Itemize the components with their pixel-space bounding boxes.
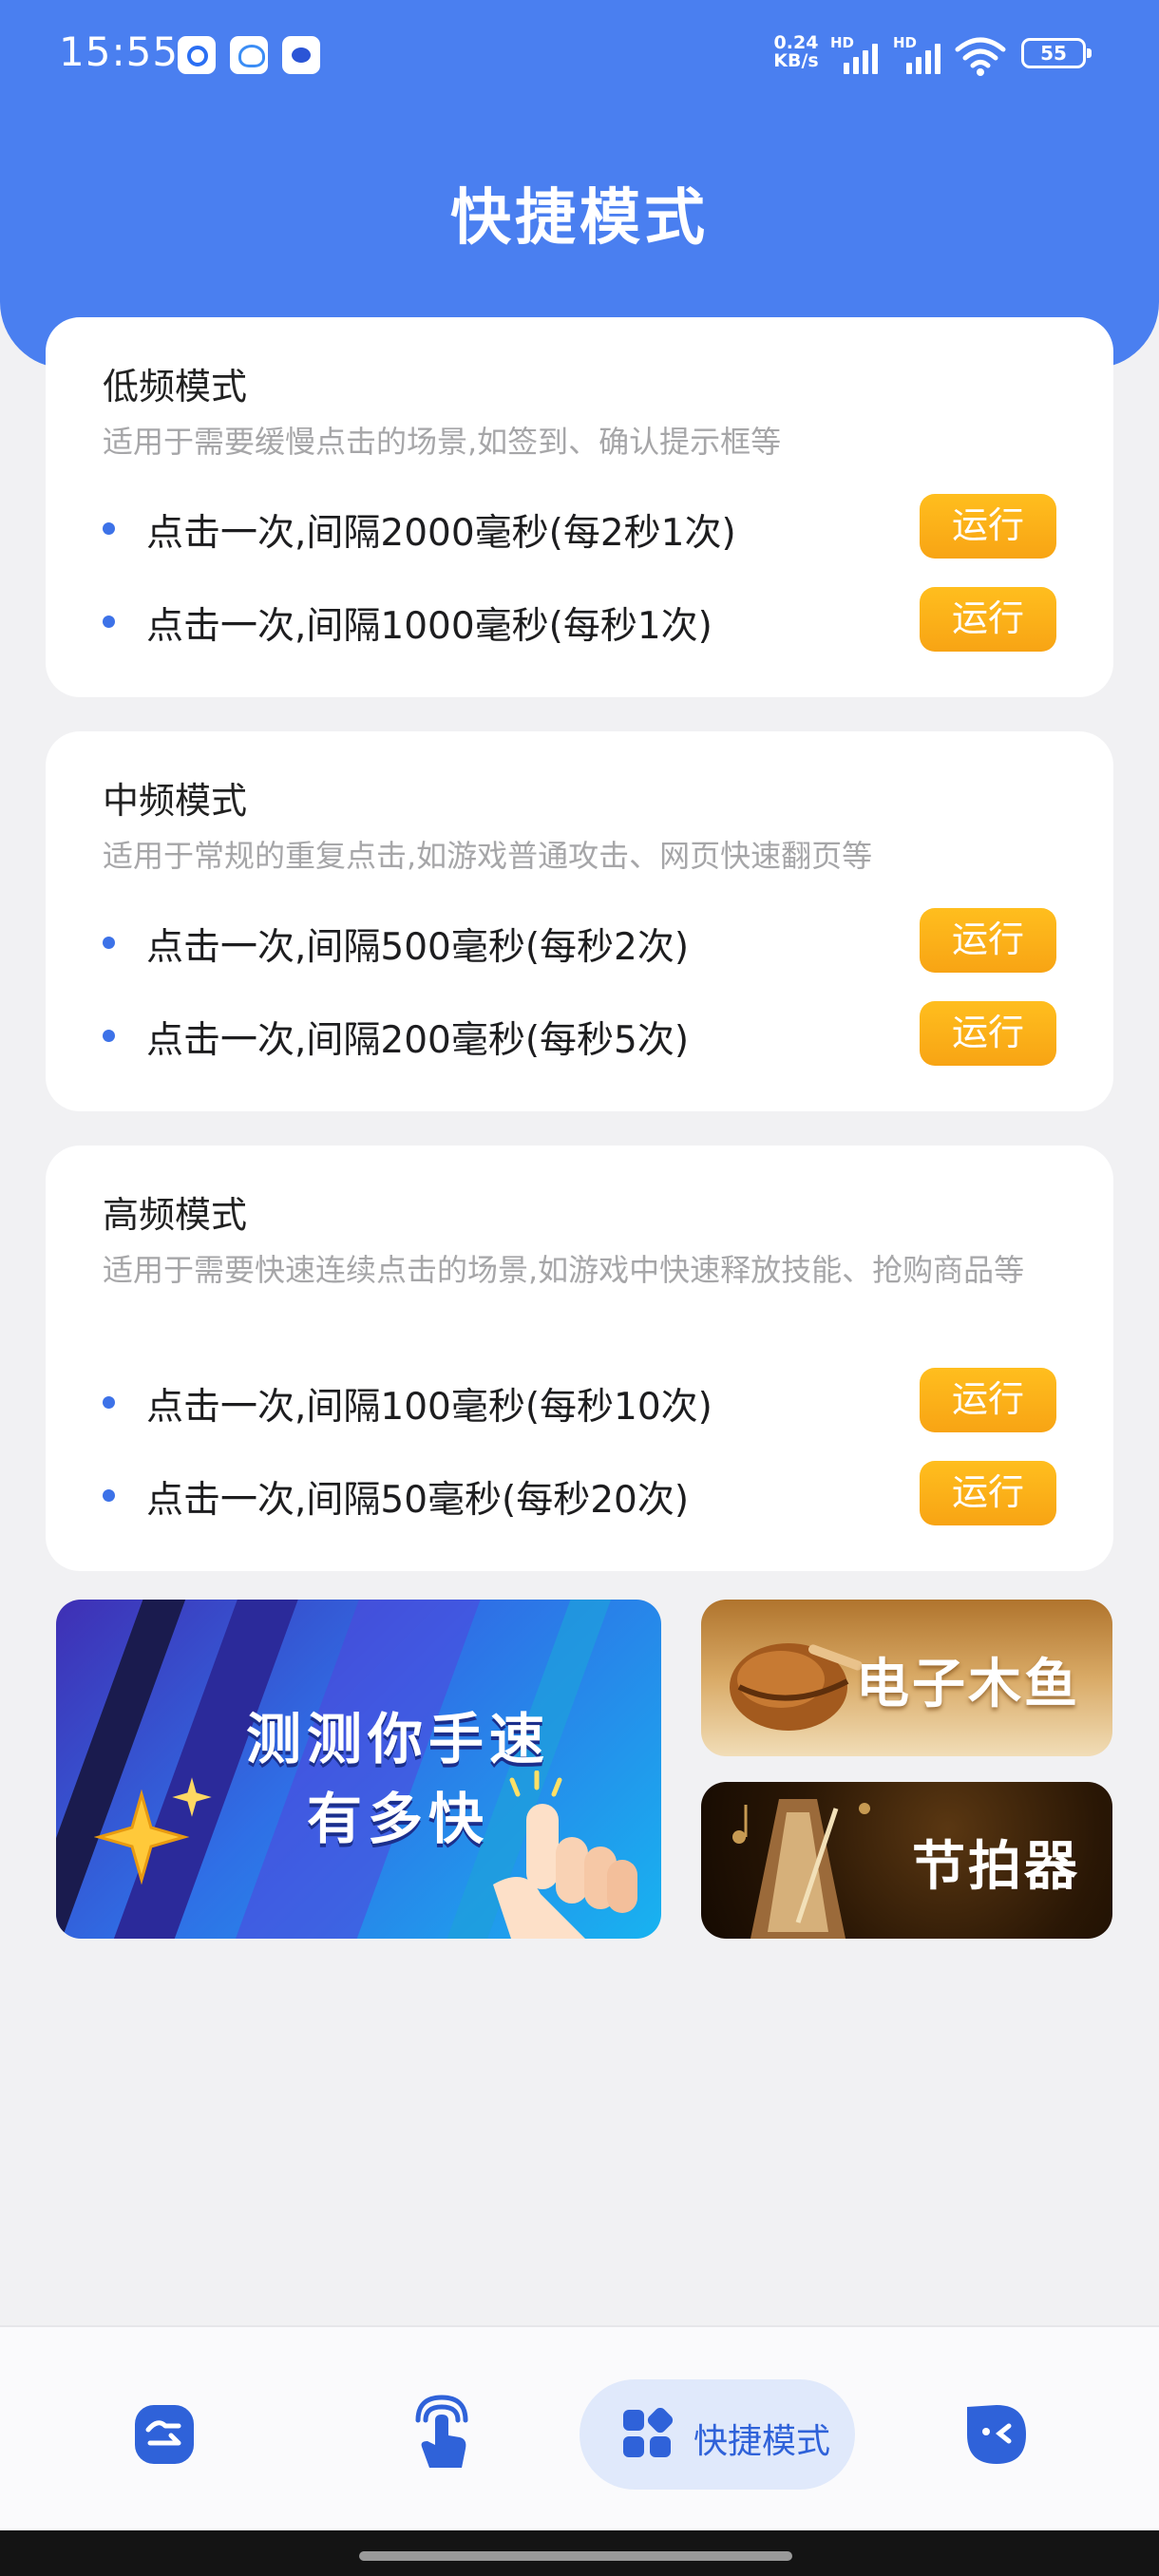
tab-quick-mode-label: 快捷模式 <box>694 2422 831 2461</box>
bottom-navigation: 快捷模式 <box>0 2325 1159 2530</box>
section-title: 高频模式 <box>103 1194 248 1236</box>
item-label: 点击一次,间隔50毫秒(每秒20次) <box>146 1479 690 1522</box>
cloud-app-notification-icon <box>230 36 268 74</box>
battery-icon: 55 <box>1021 38 1092 68</box>
bullet-icon <box>103 1489 115 1502</box>
grid-icon <box>623 2408 674 2457</box>
metronome-icon <box>732 1799 870 1939</box>
item-label: 点击一次,间隔200毫秒(每秒5次) <box>146 1019 690 1062</box>
bullet-icon <box>103 1396 115 1409</box>
list-item: 点击一次,间隔50毫秒(每秒20次) 运行 <box>103 1461 1056 1527</box>
run-button[interactable]: 运行 <box>920 494 1056 559</box>
list-item: 点击一次,间隔1000毫秒(每秒1次) 运行 <box>103 587 1056 653</box>
item-label: 点击一次,间隔2000毫秒(每2秒1次) <box>146 512 736 555</box>
list-item: 点击一次,间隔500毫秒(每秒2次) 运行 <box>103 908 1056 975</box>
run-button[interactable]: 运行 <box>920 908 1056 973</box>
signal-icon: HD <box>830 34 893 74</box>
wifi-icon <box>955 37 1006 76</box>
app-notification-icon <box>178 36 216 74</box>
speed-test-line1: 测测你手速 <box>245 1707 550 1771</box>
face-icon[interactable] <box>965 2403 1028 2466</box>
wooden-fish-icon <box>730 1643 863 1731</box>
low-frequency-card: 低频模式 适用于需要缓慢点击的场景,如签到、确认提示框等 点击一次,间隔2000… <box>46 317 1113 697</box>
signal-type: HD <box>830 34 855 51</box>
run-button[interactable]: 运行 <box>920 1001 1056 1066</box>
list-item: 点击一次,间隔200毫秒(每秒5次) 运行 <box>103 1001 1056 1068</box>
high-frequency-card: 高频模式 适用于需要快速连续点击的场景,如游戏中快速释放技能、抢购商品等 点击一… <box>46 1146 1113 1571</box>
section-description: 适用于需要缓慢点击的场景,如签到、确认提示框等 <box>103 424 782 460</box>
item-label: 点击一次,间隔100毫秒(每秒10次) <box>146 1386 712 1429</box>
pointing-hand-icon <box>493 1771 637 1939</box>
page-title: 快捷模式 <box>450 183 709 254</box>
status-time: 15:55 <box>59 28 180 75</box>
signal-icon: HD <box>893 34 956 74</box>
section-title: 中频模式 <box>103 780 248 822</box>
run-button[interactable]: 运行 <box>920 587 1056 652</box>
bullet-icon <box>103 522 115 535</box>
signal-type: HD <box>893 34 918 51</box>
wooden-fish-title: 电子木鱼 <box>856 1654 1080 1715</box>
metronome-title: 节拍器 <box>912 1836 1080 1898</box>
speed-test-banner[interactable]: 测测你手速 有多快 <box>56 1600 661 1939</box>
bullet-icon <box>103 937 115 949</box>
tab-quick-mode[interactable]: 快捷模式 <box>580 2379 855 2490</box>
section-description: 适用于需要快速连续点击的场景,如游戏中快速释放技能、抢购商品等 <box>103 1252 1025 1288</box>
list-item: 点击一次,间隔2000毫秒(每2秒1次) 运行 <box>103 494 1056 560</box>
network-speed: 0.24 KB/s <box>770 34 823 70</box>
item-label: 点击一次,间隔500毫秒(每秒2次) <box>146 926 690 969</box>
chat-app-notification-icon <box>282 36 320 74</box>
status-bar: 15:55 0.24 KB/s HD HD 55 <box>0 0 1159 104</box>
network-speed-unit: KB/s <box>773 50 819 71</box>
list-item: 点击一次,间隔100毫秒(每秒10次) 运行 <box>103 1368 1056 1434</box>
home-icon[interactable] <box>133 2403 196 2466</box>
section-description: 适用于常规的重复点击,如游戏普通攻击、网页快速翻页等 <box>103 838 873 874</box>
wooden-fish-banner[interactable]: 电子木鱼 <box>701 1600 1112 1756</box>
metronome-banner[interactable]: 节拍器 <box>701 1782 1112 1939</box>
run-button[interactable]: 运行 <box>920 1368 1056 1432</box>
tap-icon[interactable] <box>408 2392 475 2472</box>
app-screen: 15:55 0.24 KB/s HD HD 55 快捷模式 低频模式 适用于需要… <box>0 0 1159 2576</box>
run-button[interactable]: 运行 <box>920 1461 1056 1525</box>
medium-frequency-card: 中频模式 适用于常规的重复点击,如游戏普通攻击、网页快速翻页等 点击一次,间隔5… <box>46 731 1113 1111</box>
bullet-icon <box>103 1030 115 1042</box>
header: 15:55 0.24 KB/s HD HD 55 快捷模式 <box>0 0 1159 369</box>
bullet-icon <box>103 616 115 628</box>
home-indicator[interactable] <box>359 2551 792 2561</box>
item-label: 点击一次,间隔1000毫秒(每秒1次) <box>146 605 712 648</box>
section-title: 低频模式 <box>103 366 248 407</box>
